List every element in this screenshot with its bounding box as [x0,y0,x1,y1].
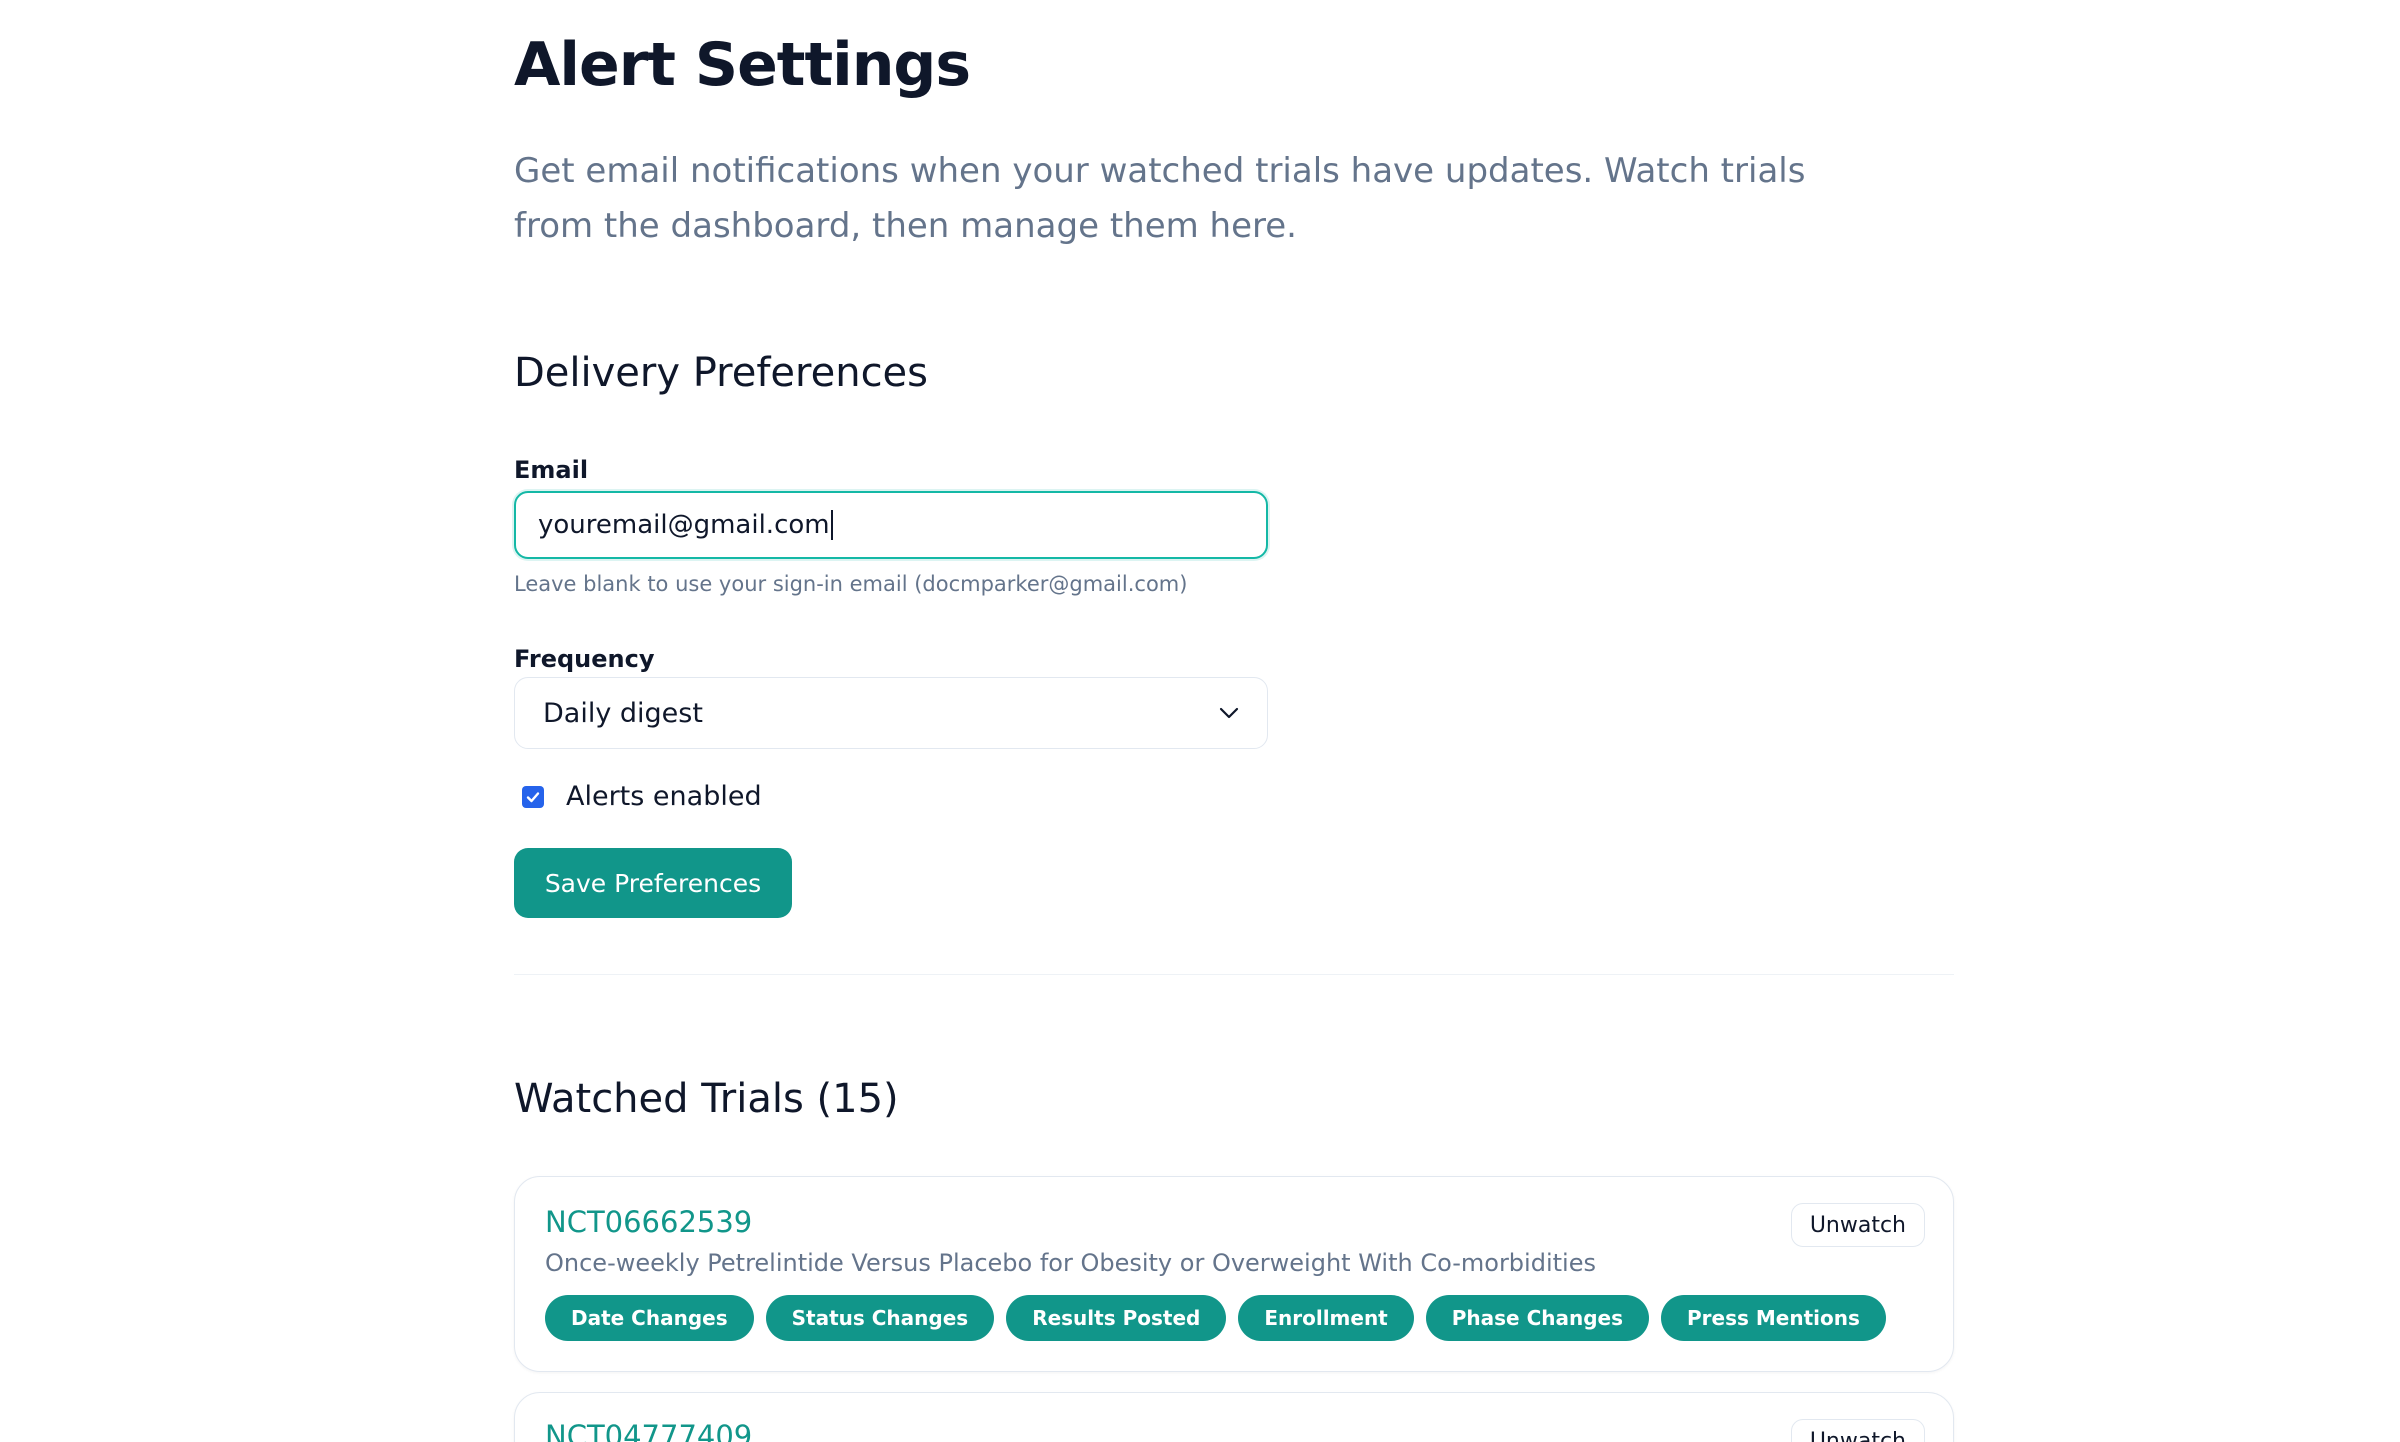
tag-phase-changes[interactable]: Phase Changes [1425,1295,1650,1341]
unwatch-button[interactable]: Unwatch [1790,1203,1925,1247]
text-cursor [830,510,833,540]
check-icon [526,791,540,802]
section-divider [514,974,1954,975]
tag-enrollment[interactable]: Enrollment [1238,1295,1414,1341]
trial-id-link[interactable]: NCT06662539 [545,1205,752,1239]
email-input-value: youremail@gmail.com [538,510,830,540]
delivery-preferences-title: Delivery Preferences [514,350,929,396]
trial-card: NCT06662539 Once-weekly Petrelintide Ver… [514,1176,1954,1372]
page-title: Alert Settings [514,30,971,100]
tag-status-changes[interactable]: Status Changes [765,1295,995,1341]
trial-card: NCT04777409 Unwatch [514,1392,1954,1442]
email-hint: Leave blank to use your sign-in email (d… [514,572,1188,596]
frequency-select[interactable]: Daily digest [514,677,1268,749]
frequency-selected-value: Daily digest [543,697,703,729]
tag-press-mentions[interactable]: Press Mentions [1661,1295,1886,1341]
alerts-enabled-label: Alerts enabled [566,781,762,812]
email-label: Email [514,456,589,484]
tag-results-posted[interactable]: Results Posted [1006,1295,1227,1341]
watched-trials-title: Watched Trials (15) [514,1076,899,1122]
email-input[interactable]: youremail@gmail.com [514,491,1268,559]
alerts-enabled-row: Alerts enabled [522,781,762,812]
frequency-label: Frequency [514,645,655,673]
page-subtitle: Get email notifications when your watche… [514,151,1806,246]
trial-id-link[interactable]: NCT04777409 [545,1419,752,1442]
trial-description: Once-weekly Petrelintide Versus Placebo … [545,1249,1596,1277]
tag-date-changes[interactable]: Date Changes [545,1295,754,1341]
save-preferences-button[interactable]: Save Preferences [514,848,792,918]
alerts-enabled-checkbox[interactable] [522,785,544,808]
alert-settings-page: Alert Settings Get email notifications w… [0,0,2400,1442]
trial-alert-tags: Date Changes Status Changes Results Post… [545,1295,1886,1341]
chevron-down-icon [1219,703,1239,723]
unwatch-button[interactable]: Unwatch [1790,1419,1925,1442]
